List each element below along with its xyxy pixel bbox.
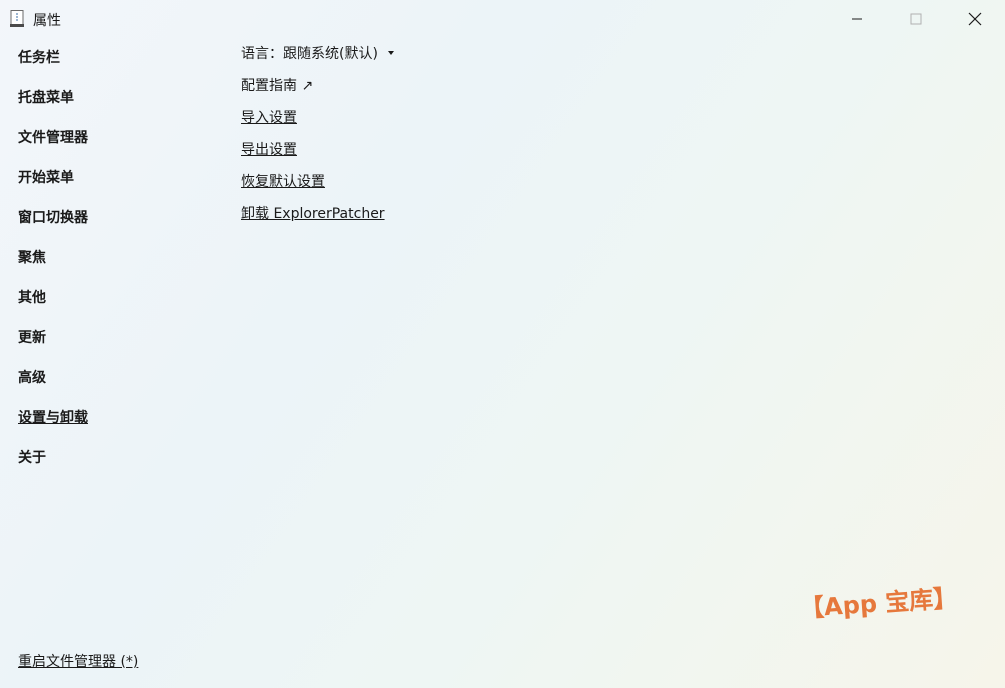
close-button[interactable] <box>946 0 1004 38</box>
close-icon <box>968 12 982 26</box>
title-bar: 属性 <box>0 0 1005 38</box>
sidebar-item-spotlight[interactable]: 聚焦 <box>18 247 88 287</box>
language-label: 语言：跟随系统(默认) <box>241 46 378 62</box>
restore-defaults-link[interactable]: 恢复默认设置 <box>241 171 395 203</box>
minimize-button[interactable] <box>828 0 886 38</box>
config-guide-link[interactable]: 配置指南 ↗ <box>241 75 395 107</box>
sidebar-item-updates[interactable]: 更新 <box>18 327 88 367</box>
sidebar-item-setup-uninstall[interactable]: 设置与卸载 <box>18 407 88 447</box>
sidebar-item-taskbar[interactable]: 任务栏 <box>18 47 88 87</box>
minimize-icon <box>852 18 862 20</box>
sidebar-item-about[interactable]: 关于 <box>18 447 88 487</box>
sidebar-item-start-menu[interactable]: 开始菜单 <box>18 167 88 207</box>
document-icon <box>10 10 24 27</box>
restart-explorer-link[interactable]: 重启文件管理器 (*) <box>18 651 138 671</box>
settings-panel: 语言：跟随系统(默认) 配置指南 ↗ 导入设置 导出设置 恢复默认设置 卸载 E… <box>241 43 395 235</box>
sidebar-item-tray-menu[interactable]: 托盘菜单 <box>18 87 88 127</box>
sidebar-item-other[interactable]: 其他 <box>18 287 88 327</box>
watermark: 【App 宝库】 <box>799 584 959 623</box>
uninstall-link[interactable]: 卸载 ExplorerPatcher <box>241 203 395 235</box>
sidebar-nav: 任务栏 托盘菜单 文件管理器 开始菜单 窗口切换器 聚焦 其他 更新 高级 设置… <box>18 47 88 487</box>
sidebar-item-window-switcher[interactable]: 窗口切换器 <box>18 207 88 247</box>
import-settings-link[interactable]: 导入设置 <box>241 107 395 139</box>
window-title: 属性 <box>33 13 61 29</box>
sidebar-item-file-explorer[interactable]: 文件管理器 <box>18 127 88 167</box>
export-settings-link[interactable]: 导出设置 <box>241 139 395 171</box>
maximize-icon <box>910 13 922 25</box>
maximize-button[interactable] <box>887 0 945 38</box>
caret-down-icon <box>388 51 395 55</box>
language-dropdown[interactable]: 语言：跟随系统(默认) <box>241 43 395 75</box>
sidebar-item-advanced[interactable]: 高级 <box>18 367 88 407</box>
